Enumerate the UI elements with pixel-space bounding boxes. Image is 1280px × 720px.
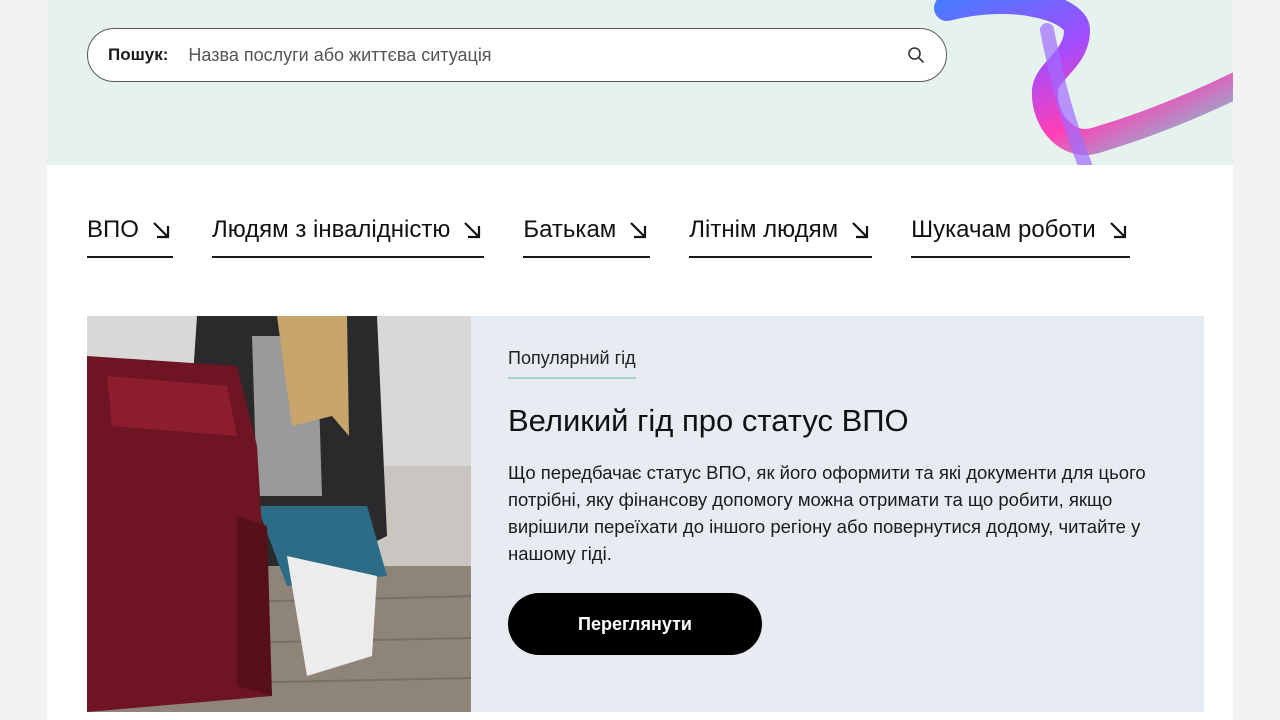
guide-title: Великий гід про статус ВПО — [508, 403, 909, 438]
arrow-down-right-icon — [151, 219, 173, 241]
search-input[interactable] — [188, 44, 906, 66]
hero-banner: Пошук: — [47, 0, 1233, 165]
search-label: Пошук: — [108, 45, 169, 64]
category-people-with-disabilities[interactable]: Людям з інвалідністю — [211, 216, 485, 258]
popular-guide-badge: Популярний гід — [508, 348, 636, 379]
arrow-down-right-icon — [1108, 219, 1130, 241]
category-nav: ВПО Людям з інвалідністю Батькам Літнім … — [87, 216, 1130, 258]
view-guide-button[interactable]: Переглянути — [508, 593, 762, 655]
category-parents[interactable]: Батькам — [523, 216, 651, 258]
arrow-down-right-icon — [628, 219, 650, 241]
search-bar: Пошук: — [87, 28, 947, 82]
category-idp[interactable]: ВПО — [87, 216, 173, 258]
guide-photo — [87, 316, 471, 712]
page: Пошук: ВПО Людям з інвалідністю Батька — [47, 0, 1233, 720]
guide-description: Що передбачає статус ВПО, як його оформи… — [508, 462, 1146, 564]
category-label: Літнім людям — [689, 216, 839, 243]
guide-content: Популярний гід Великий гід про статус ВП… — [471, 316, 1204, 712]
arrow-down-right-icon — [462, 219, 484, 241]
arrow-down-right-icon — [850, 219, 872, 241]
search-icon[interactable] — [906, 45, 926, 65]
category-label: Батькам — [523, 216, 617, 243]
category-label: ВПО — [87, 216, 139, 243]
category-elderly[interactable]: Літнім людям — [689, 216, 873, 258]
category-label: Шукачам роботи — [911, 216, 1096, 243]
category-job-seekers[interactable]: Шукачам роботи — [911, 216, 1130, 258]
featured-guide-card: Популярний гід Великий гід про статус ВП… — [87, 316, 1204, 712]
category-label: Людям з інвалідністю — [211, 216, 451, 243]
decorative-swirl — [934, 0, 1233, 165]
